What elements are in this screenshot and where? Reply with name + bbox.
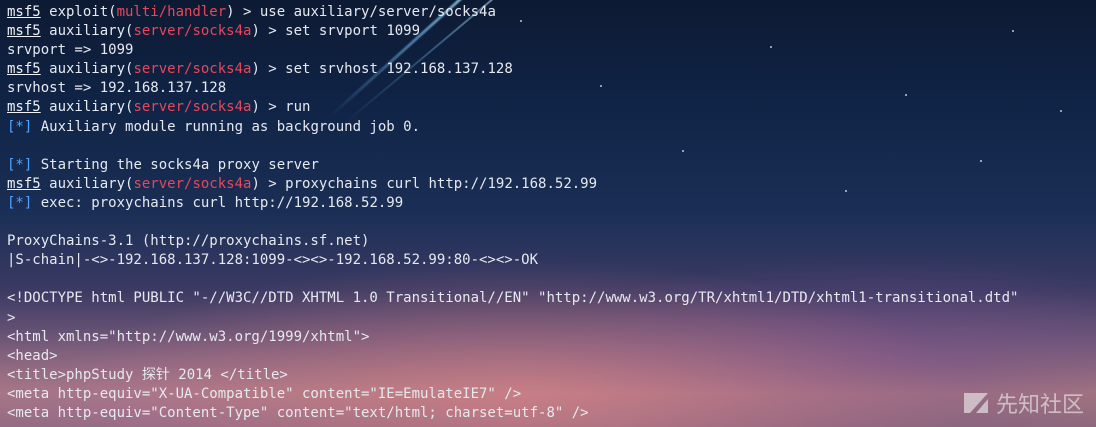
- watermark: 先知社区: [962, 387, 1084, 419]
- command-prefix: auxiliary(: [40, 61, 134, 78]
- msf-prompt: msf5: [7, 175, 41, 192]
- terminal-line: <meta http-equiv="Content-Type" content=…: [7, 404, 1096, 423]
- command-prefix: auxiliary(: [40, 99, 134, 116]
- watermark-text: 先知社区: [995, 393, 1084, 418]
- command-text: ) > set srvport 1099: [251, 23, 421, 40]
- terminal-line: msf5 auxiliary(server/socks4a) > run: [7, 98, 1096, 117]
- terminal-line: >: [7, 309, 1096, 328]
- output-text: <meta http-equiv="X-UA-Compatible" conte…: [7, 385, 522, 402]
- command-text: ) > run: [251, 99, 311, 116]
- output-text: <title>phpStudy 探针 2014 </title>: [7, 366, 288, 383]
- terminal-line: |S-chain|-<>-192.168.137.128:1099-<><>-1…: [7, 251, 1096, 270]
- msf-prompt: msf5: [7, 23, 41, 40]
- command-prefix: auxiliary(: [40, 23, 134, 40]
- output-text: srvport => 1099: [7, 42, 134, 59]
- output-text: <meta http-equiv="Content-Type" content=…: [7, 404, 589, 421]
- output-text: <head>: [7, 347, 58, 364]
- terminal-line: msf5 exploit(multi/handler) > use auxili…: [7, 3, 1096, 22]
- command-text: ) > set srvhost 192.168.137.128: [251, 61, 513, 78]
- info-text: Starting the socks4a proxy server: [32, 156, 319, 173]
- command-prefix: exploit(: [40, 4, 117, 20]
- terminal-line: msf5 auxiliary(server/socks4a) > set srv…: [7, 60, 1096, 79]
- terminal-output[interactable]: msf5 exploit(multi/handler) > use auxili…: [7, 3, 1096, 423]
- command-text: ) > use auxiliary/server/socks4a: [226, 4, 496, 20]
- output-text: <html xmlns="http://www.w3.org/1999/xhtm…: [7, 328, 370, 345]
- output-text: srvhost => 192.168.137.128: [7, 80, 227, 97]
- info-marker: [*]: [7, 156, 33, 173]
- output-text: |S-chain|-<>-192.168.137.128:1099-<><>-1…: [7, 252, 539, 269]
- module-name: multi/handler: [116, 4, 227, 20]
- terminal-line: srvport => 1099: [7, 41, 1096, 60]
- module-name: server/socks4a: [133, 99, 252, 116]
- terminal-line: ProxyChains-3.1 (http://proxychains.sf.n…: [7, 232, 1096, 251]
- terminal-line: <meta http-equiv="X-UA-Compatible" conte…: [7, 385, 1096, 404]
- terminal-line: [*] Starting the socks4a proxy server: [7, 156, 1096, 175]
- module-name: server/socks4a: [133, 175, 252, 192]
- terminal-line: msf5 auxiliary(server/socks4a) > set srv…: [7, 22, 1096, 41]
- output-text: ProxyChains-3.1 (http://proxychains.sf.n…: [7, 233, 370, 250]
- terminal-line: <html xmlns="http://www.w3.org/1999/xhtm…: [7, 328, 1096, 347]
- info-text: Auxiliary module running as background j…: [32, 118, 421, 135]
- terminal-line: <head>: [7, 347, 1096, 366]
- terminal-line: <title>phpStudy 探针 2014 </title>: [7, 366, 1096, 385]
- module-name: server/socks4a: [133, 61, 252, 78]
- terminal-line: [*] exec: proxychains curl http://192.16…: [7, 194, 1096, 213]
- command-text: ) > proxychains curl http://192.168.52.9…: [251, 175, 598, 192]
- info-text: exec: proxychains curl http://192.168.52…: [32, 194, 404, 211]
- output-text: <!DOCTYPE html PUBLIC "-//W3C//DTD XHTML…: [7, 290, 1019, 307]
- terminal-line: msf5 auxiliary(server/socks4a) > proxych…: [7, 175, 1096, 194]
- module-name: server/socks4a: [133, 23, 252, 40]
- msf-prompt: msf5: [7, 4, 41, 20]
- terminal-line: [*] Auxiliary module running as backgrou…: [7, 118, 1096, 137]
- info-marker: [*]: [7, 118, 33, 135]
- msf-prompt: msf5: [7, 99, 41, 116]
- xianzhi-logo-icon: [963, 393, 988, 413]
- terminal-line: <!DOCTYPE html PUBLIC "-//W3C//DTD XHTML…: [7, 289, 1096, 308]
- terminal-line: srvhost => 192.168.137.128: [7, 79, 1096, 98]
- command-prefix: auxiliary(: [40, 175, 134, 192]
- msf-prompt: msf5: [7, 61, 41, 78]
- output-text: >: [7, 309, 16, 326]
- info-marker: [*]: [7, 194, 33, 211]
